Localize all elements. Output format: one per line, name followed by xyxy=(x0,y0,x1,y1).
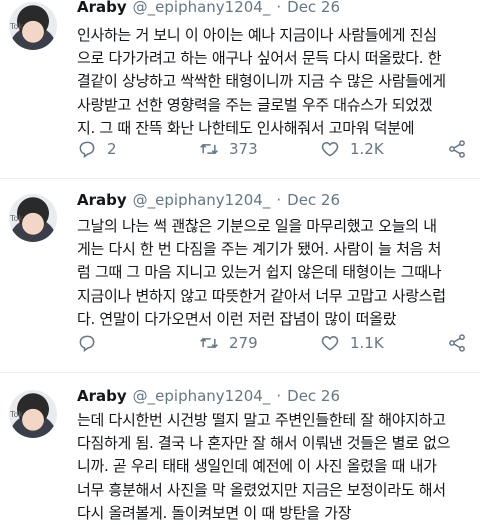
separator-dot: · xyxy=(276,191,282,209)
like-count: 1.1K xyxy=(350,334,384,352)
avatar-watermark: Tok xyxy=(10,22,24,31)
tweet-header: Araby @_epiphany1204_ · Dec 26 xyxy=(77,387,340,409)
tweet-2[interactable]: Tok Araby @_epiphany1204_ · Dec 26 그날의 나… xyxy=(0,191,480,362)
retweet-icon xyxy=(200,143,218,155)
divider xyxy=(0,178,480,179)
divider xyxy=(0,372,480,373)
display-name[interactable]: Araby xyxy=(77,191,127,209)
like-button[interactable]: 1.2K xyxy=(320,137,384,161)
heart-icon xyxy=(321,335,339,351)
share-icon[interactable] xyxy=(447,139,467,159)
display-name[interactable]: Araby xyxy=(77,0,127,16)
user-handle[interactable]: @_epiphany1204_ xyxy=(133,0,271,16)
avatar[interactable]: Tok xyxy=(9,194,57,242)
reply-icon xyxy=(79,335,95,352)
tweet-date[interactable]: Dec 26 xyxy=(287,0,340,16)
tweet-text: 그날의 나는 썩 괜찮은 기분으로 일을 마무리했고 오늘의 내 게는 다시 한… xyxy=(77,217,446,328)
retweet-button[interactable]: 279 xyxy=(199,331,258,355)
avatar-watermark: Tok xyxy=(10,214,24,223)
retweet-icon xyxy=(200,337,218,349)
tweet-date[interactable]: Dec 26 xyxy=(287,191,340,209)
heart-icon xyxy=(321,141,339,157)
tweet-date[interactable]: Dec 26 xyxy=(287,387,340,405)
tweet-actions: 279 1.1K xyxy=(77,331,473,355)
reply-button[interactable]: 2 xyxy=(77,137,117,161)
reply-button[interactable] xyxy=(77,331,107,355)
tweet-text: 인사하는 거 보니 이 아이는 예나 지금이나 사람들에게 진심 으로 다가가려… xyxy=(77,26,446,137)
tweet-header: Araby @_epiphany1204_ · Dec 26 xyxy=(77,0,340,20)
tweet-actions: 2 373 1.2K xyxy=(77,137,473,161)
user-handle[interactable]: @_epiphany1204_ xyxy=(133,191,271,209)
separator-dot: · xyxy=(276,0,282,16)
user-handle[interactable]: @_epiphany1204_ xyxy=(133,387,271,405)
avatar[interactable]: Tok xyxy=(9,2,57,50)
separator-dot: · xyxy=(276,387,282,405)
retweet-count: 279 xyxy=(229,334,258,352)
tweet-3[interactable]: Tok Araby @_epiphany1204_ · Dec 26 는데 다시… xyxy=(0,387,480,522)
avatar[interactable]: Tok xyxy=(9,390,57,438)
reply-count: 2 xyxy=(107,140,117,158)
display-name[interactable]: Araby xyxy=(77,387,127,405)
like-count: 1.2K xyxy=(350,140,384,158)
share-icon[interactable] xyxy=(447,333,467,353)
avatar-watermark: Tok xyxy=(10,410,24,419)
retweet-button[interactable]: 373 xyxy=(199,137,258,161)
tweet-text: 는데 다시한번 시건방 떨지 말고 주변인들한테 잘 해야지하고 다짐하게 됨.… xyxy=(77,411,451,522)
reply-icon xyxy=(79,141,95,158)
like-button[interactable]: 1.1K xyxy=(320,331,384,355)
retweet-count: 373 xyxy=(229,140,258,158)
tweet-header: Araby @_epiphany1204_ · Dec 26 xyxy=(77,191,340,213)
tweet-1[interactable]: Tok Araby @_epiphany1204_ · Dec 26 인사하는 … xyxy=(0,0,480,176)
